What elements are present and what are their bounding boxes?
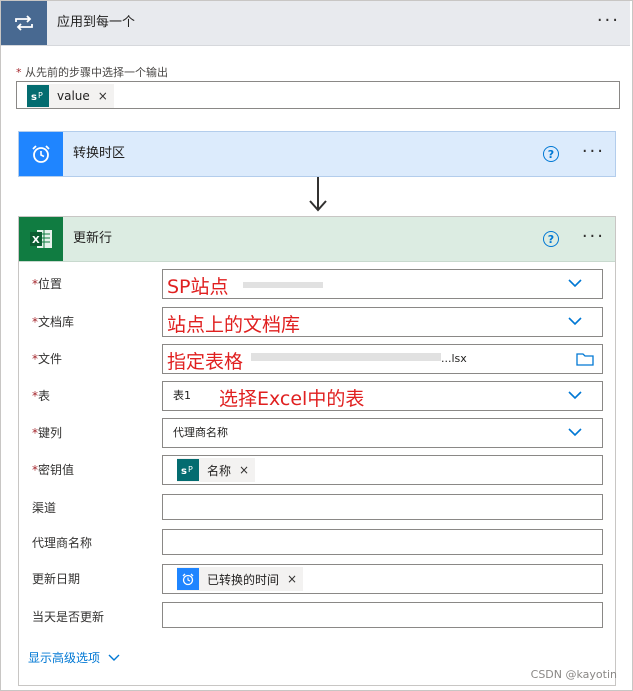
file-picker[interactable]: ...lsx 指定表格 (162, 344, 603, 374)
name-token[interactable]: sP 名称 × (177, 458, 256, 482)
converted-time-token-remove-icon[interactable]: × (287, 572, 297, 586)
channel-label: 渠道 (32, 501, 57, 515)
library-label: *文档库 (32, 315, 75, 329)
agent-name-label: 代理商名称 (32, 536, 93, 550)
redaction (251, 353, 441, 361)
updated-today-input[interactable] (162, 602, 603, 628)
required-mark: * (16, 66, 22, 79)
key-value-input[interactable]: sP 名称 × (162, 455, 603, 485)
alarm-clock-icon (177, 568, 199, 590)
update-row-header[interactable]: X 更新行 ? ··· (19, 217, 615, 262)
converted-time-token-label: 已转换的时间 (207, 572, 280, 587)
table-annotation: 选择Excel中的表 (219, 388, 365, 410)
table-label: *表 (32, 389, 51, 403)
agent-name-input[interactable] (162, 529, 603, 555)
file-annotation: 指定表格 (167, 351, 244, 373)
key-column-label: *键列 (32, 426, 63, 440)
sharepoint-icon: sP (27, 85, 49, 107)
location-label: *位置 (32, 277, 63, 291)
channel-input[interactable] (162, 494, 603, 520)
table-dropdown[interactable]: 表1 选择Excel中的表 (162, 381, 603, 411)
loop-menu-button[interactable]: ··· (597, 1, 620, 45)
chevron-down-icon[interactable] (568, 391, 582, 400)
loop-icon (1, 1, 47, 45)
convert-timezone-title: 转换时区 (73, 146, 126, 161)
prompt-label: * 从先前的步骤中选择一个输出 (16, 64, 168, 80)
chevron-down-icon[interactable] (568, 428, 582, 437)
folder-icon[interactable] (576, 352, 594, 366)
apply-to-each-header[interactable]: 应用到每一个 ··· (1, 1, 630, 46)
update-row-title: 更新行 (73, 231, 113, 246)
help-icon[interactable]: ? (543, 146, 559, 162)
svg-text:s: s (31, 92, 37, 102)
location-annotation: SP站点 (167, 276, 229, 298)
file-value: ...lsx (441, 352, 467, 365)
show-advanced-options-link[interactable]: 显示高级选项 (28, 649, 120, 666)
key-column-dropdown[interactable]: 代理商名称 (162, 418, 603, 448)
name-token-label: 名称 (207, 463, 232, 478)
name-token-remove-icon[interactable]: × (239, 463, 249, 477)
prompt-text: 从先前的步骤中选择一个输出 (25, 66, 168, 79)
help-icon[interactable]: ? (543, 231, 559, 247)
key-column-value: 代理商名称 (173, 426, 228, 439)
advanced-options-label: 显示高级选项 (28, 651, 101, 665)
key-value-label: *密钥值 (32, 463, 75, 477)
table-value: 表1 (173, 389, 191, 402)
library-dropdown[interactable]: 站点上的文档库 (162, 307, 603, 337)
excel-icon: X (19, 217, 63, 261)
arrow-down-icon (309, 200, 327, 212)
svg-text:P: P (188, 465, 193, 474)
watermark: CSDN @kayotin (530, 668, 617, 681)
value-token[interactable]: sP value × (27, 84, 114, 108)
chevron-down-icon (108, 654, 120, 661)
value-token-label: value (57, 89, 90, 103)
update-row-menu-button[interactable]: ··· (582, 217, 605, 261)
chevron-down-icon[interactable] (568, 317, 582, 326)
svg-text:s: s (181, 466, 187, 476)
convert-timezone-card[interactable]: 转换时区 ? ··· (18, 131, 616, 177)
alarm-clock-icon (19, 132, 63, 176)
sharepoint-icon: sP (177, 459, 199, 481)
chevron-down-icon[interactable] (568, 279, 582, 288)
svg-text:P: P (38, 91, 43, 100)
file-label: *文件 (32, 352, 63, 366)
svg-text:X: X (32, 235, 40, 246)
library-annotation: 站点上的文档库 (167, 314, 301, 336)
update-date-input[interactable]: 已转换的时间 × (162, 564, 603, 594)
redaction (243, 282, 323, 288)
apply-to-each-title: 应用到每一个 (57, 15, 136, 30)
convert-timezone-menu-button[interactable]: ··· (582, 132, 605, 176)
value-token-remove-icon[interactable]: × (98, 89, 108, 103)
convert-timezone-header[interactable]: 转换时区 ? ··· (19, 132, 615, 176)
location-dropdown[interactable]: SP站点 (162, 269, 603, 299)
updated-today-label: 当天是否更新 (32, 610, 105, 624)
loop-output-input[interactable]: sP value × (16, 81, 620, 109)
update-date-label: 更新日期 (32, 572, 81, 586)
converted-time-token[interactable]: 已转换的时间 × (177, 567, 304, 591)
